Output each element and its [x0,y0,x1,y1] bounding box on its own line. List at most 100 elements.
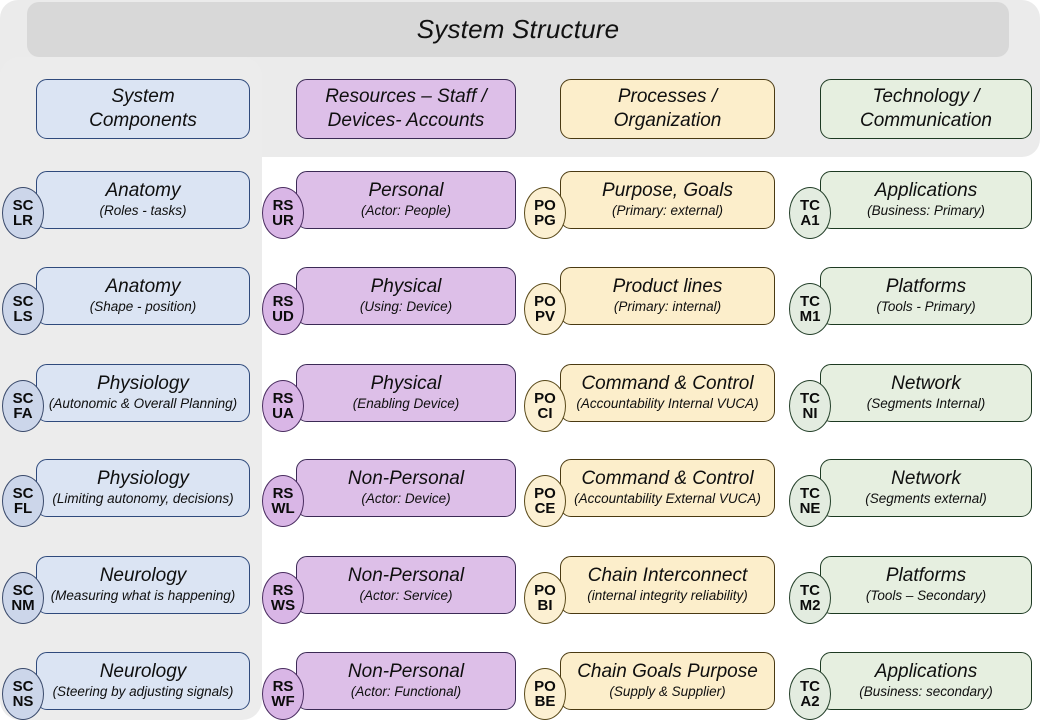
column-header-resources[interactable]: Resources – Staff / Devices- Accounts [296,79,516,139]
code-bottom: WF [271,693,295,710]
node-title: Physiology [97,373,189,395]
node-subtitle: (Supply & Supplier) [609,684,726,700]
node-box[interactable]: Command & Control (Accountability Interna… [560,364,775,422]
node-subtitle: (Actor: People) [360,203,452,219]
column-header-line1: Resources – Staff / [325,86,487,108]
page-title: System Structure [416,14,620,44]
node-box[interactable]: Command & Control (Accountability Externa… [560,459,775,517]
node-code-badge[interactable]: TC NI [789,380,831,432]
node-code-badge[interactable]: SC LS [2,283,44,335]
column-header-line1: System [111,86,175,108]
node-subtitle: (Business: secondary) [859,684,993,700]
node-subtitle: (Business: Primary) [867,203,985,219]
column-header-line2: Communication [860,110,992,131]
node-code-badge[interactable]: RS WS [262,572,304,624]
node-box[interactable]: Non-Personal (Actor: Device) [296,459,516,517]
node-subtitle: (Primary: internal) [613,299,722,315]
column-header-line1: Processes / [617,86,718,108]
column-header-line2: Devices- Accounts [327,110,485,131]
node-box[interactable]: Neurology (Measuring what is happening) [36,556,250,614]
node-code-badge[interactable]: SC NS [2,668,44,720]
node-box[interactable]: Neurology (Steering by adjusting signals) [36,652,250,710]
node-code-badge[interactable]: PO PV [524,283,566,335]
node-box[interactable]: Applications (Business: Primary) [820,171,1032,229]
node-box[interactable]: Non-Personal (Actor: Service) [296,556,516,614]
node-code-badge[interactable]: PO CI [524,380,566,432]
node-code-badge[interactable]: PO BI [524,572,566,624]
column-header-processes[interactable]: Processes / Organization [560,79,775,139]
code-bottom: NS [12,693,34,710]
node-box[interactable]: Anatomy (Roles - tasks) [36,171,250,229]
node-box[interactable]: Physical (Enabling Device) [296,364,516,422]
node-title: Network [891,468,961,490]
code-top: RS [272,389,294,407]
code-top: PO [534,292,556,310]
node-code-badge[interactable]: RS UD [262,283,304,335]
node-code-badge[interactable]: TC NE [789,475,831,527]
node-box[interactable]: Platforms (Tools – Secondary) [820,556,1032,614]
node-code-badge[interactable]: SC LR [2,187,44,239]
node-box[interactable]: Chain Interconnect (internal integrity re… [560,556,775,614]
code-top: TC [800,581,820,599]
node-box[interactable]: Applications (Business: secondary) [820,652,1032,710]
node-title: Neurology [99,565,187,587]
code-bottom: M2 [799,597,821,614]
node-box[interactable]: Anatomy (Shape - position) [36,267,250,325]
node-subtitle: (Tools - Primary) [876,299,976,315]
node-title: Command & Control [581,468,754,490]
node-code-badge[interactable]: RS WF [262,668,304,720]
node-subtitle: (Accountability External VUCA) [574,491,761,507]
node-code-badge[interactable]: SC NM [2,572,44,624]
node-subtitle: (Autonomic & Overall Planning) [48,396,238,412]
code-top: PO [534,484,556,502]
node-code-badge[interactable]: TC M1 [789,283,831,335]
code-bottom: WL [271,500,295,517]
node-title: Chain Interconnect [587,565,748,587]
node-title: Personal [368,180,444,202]
node-box[interactable]: Platforms (Tools - Primary) [820,267,1032,325]
node-code-badge[interactable]: RS WL [262,475,304,527]
code-bottom: FL [13,500,33,517]
node-code-badge[interactable]: SC FA [2,380,44,432]
node-subtitle: (Accountability Internal VUCA) [576,396,759,412]
column-header-line1: Technology / [872,86,980,108]
node-code-badge[interactable]: PO PG [524,187,566,239]
node-subtitle: (Using: Device) [359,299,453,315]
node-box[interactable]: Chain Goals Purpose (Supply & Supplier) [560,652,775,710]
node-box[interactable]: Non-Personal (Actor: Functional) [296,652,516,710]
code-top: RS [272,292,294,310]
code-top: TC [800,196,820,214]
code-top: RS [272,484,294,502]
node-title: Physical [370,373,442,395]
code-bottom: PG [534,212,556,229]
column-header-system-components[interactable]: System Components [36,79,250,139]
node-box[interactable]: Purpose, Goals (Primary: external) [560,171,775,229]
node-subtitle: (Actor: Device) [361,491,451,507]
node-code-badge[interactable]: TC M2 [789,572,831,624]
node-box[interactable]: Product lines (Primary: internal) [560,267,775,325]
node-code-badge[interactable]: RS UA [262,380,304,432]
node-box[interactable]: Physical (Using: Device) [296,267,516,325]
node-box[interactable]: Network (Segments Internal) [820,364,1032,422]
node-box[interactable]: Physiology (Autonomic & Overall Planning) [36,364,250,422]
node-box[interactable]: Physiology (Limiting autonomy, decisions) [36,459,250,517]
node-code-badge[interactable]: PO BE [524,668,566,720]
code-top: SC [12,677,34,695]
node-subtitle: (Roles - tasks) [99,203,187,219]
node-title: Anatomy [105,276,181,298]
code-top: TC [800,389,820,407]
node-box[interactable]: Network (Segments external) [820,459,1032,517]
node-code-badge[interactable]: RS UR [262,187,304,239]
column-header-technology[interactable]: Technology / Communication [820,79,1032,139]
node-subtitle: (Measuring what is happening) [50,588,236,604]
node-title: Applications [874,661,978,683]
code-bottom: LR [13,212,33,229]
node-code-badge[interactable]: TC A2 [789,668,831,720]
node-code-badge[interactable]: PO CE [524,475,566,527]
node-code-badge[interactable]: SC FL [2,475,44,527]
code-top: PO [534,389,556,407]
node-box[interactable]: Personal (Actor: People) [296,171,516,229]
node-code-badge[interactable]: TC A1 [789,187,831,239]
code-top: RS [272,196,294,214]
code-top: RS [272,581,294,599]
